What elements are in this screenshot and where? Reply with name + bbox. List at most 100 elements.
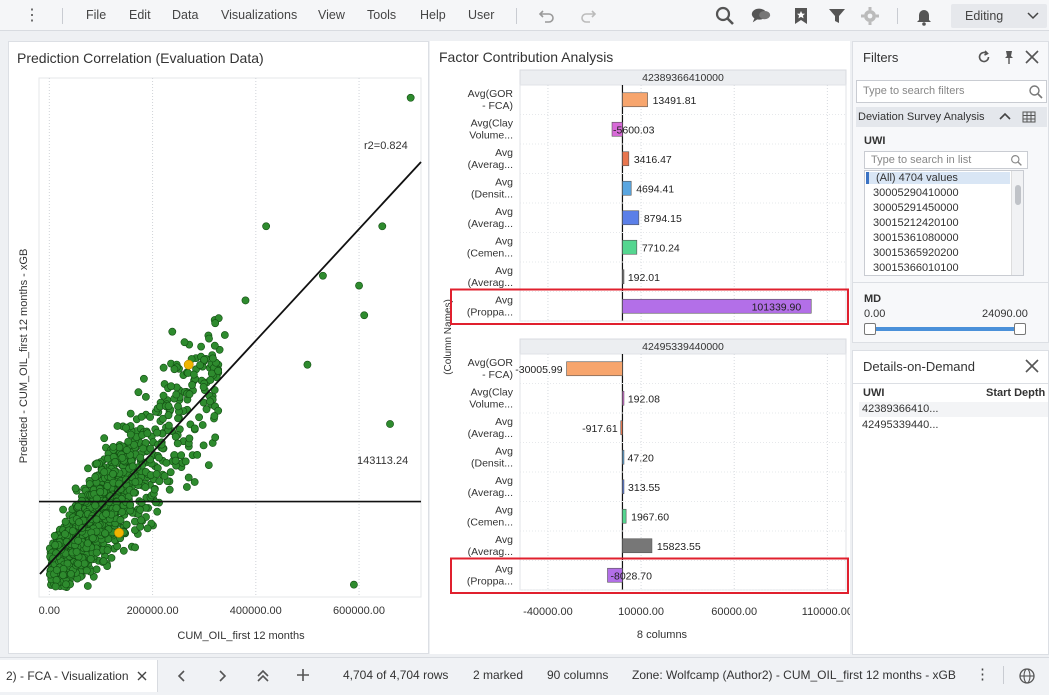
scatter-point[interactable] xyxy=(92,548,101,557)
scatter-point[interactable] xyxy=(118,453,127,462)
scatter-point[interactable] xyxy=(199,383,208,391)
scatter-point[interactable] xyxy=(386,420,394,428)
scatter-point[interactable] xyxy=(173,439,182,448)
close-icon[interactable] xyxy=(137,671,147,681)
scatter-point[interactable] xyxy=(170,365,179,374)
list-item[interactable]: 30015365920200 xyxy=(873,247,959,259)
scatter-point[interactable] xyxy=(122,520,131,529)
scatter-point[interactable] xyxy=(136,522,145,531)
scatter-point[interactable] xyxy=(164,421,173,430)
scatter-point[interactable] xyxy=(116,516,125,524)
scrollbar-thumb[interactable] xyxy=(1015,185,1021,205)
list-item[interactable]: 30015361080000 xyxy=(873,232,959,244)
scatter-point[interactable] xyxy=(136,505,145,514)
scatter-point[interactable] xyxy=(103,546,112,555)
scatter-point[interactable] xyxy=(137,498,146,507)
scatter-point[interactable] xyxy=(406,93,415,102)
scatter-point[interactable] xyxy=(137,412,146,421)
menu-view[interactable]: View xyxy=(318,8,345,22)
scatter-point[interactable] xyxy=(182,483,191,491)
scatter-point[interactable] xyxy=(72,547,81,556)
redo-icon[interactable] xyxy=(577,5,599,27)
bar[interactable] xyxy=(622,508,627,524)
scatter-point[interactable] xyxy=(111,457,120,466)
scatter-point[interactable] xyxy=(180,338,189,347)
scatter-point[interactable] xyxy=(241,296,250,305)
scatter-point[interactable] xyxy=(82,566,91,575)
filter-icon[interactable] xyxy=(826,5,848,27)
menu-help[interactable]: Help xyxy=(420,8,446,22)
scatter-point[interactable] xyxy=(205,334,213,343)
scatter-point[interactable] xyxy=(109,442,118,451)
scatter-point[interactable] xyxy=(146,413,154,421)
scatter-point[interactable] xyxy=(202,405,211,414)
scatter-point[interactable] xyxy=(195,413,203,422)
add-page-icon[interactable] xyxy=(296,668,310,682)
scatter-point[interactable] xyxy=(91,501,100,510)
scatter-point[interactable] xyxy=(129,488,138,497)
scatter-point[interactable] xyxy=(99,557,108,566)
scatter-point[interactable] xyxy=(164,402,173,410)
scatter-point[interactable] xyxy=(141,392,150,401)
table-row[interactable]: 42389366410... xyxy=(859,402,1048,417)
scatter-point[interactable] xyxy=(174,402,182,411)
column-header-uwi[interactable]: UWI xyxy=(863,387,884,399)
scatter-point[interactable] xyxy=(349,580,358,589)
scatter-point[interactable] xyxy=(220,331,229,339)
scatter-point[interactable] xyxy=(198,421,207,429)
scatter-point[interactable] xyxy=(122,423,130,432)
scatter-point[interactable] xyxy=(206,376,215,384)
scatter-point[interactable] xyxy=(154,453,163,462)
menu-user[interactable]: User xyxy=(468,8,494,22)
scatter-point[interactable] xyxy=(86,555,95,563)
scatter-point[interactable] xyxy=(139,444,147,453)
scatter-point[interactable] xyxy=(100,434,109,443)
scatter-point[interactable] xyxy=(112,504,121,512)
marked-point[interactable] xyxy=(114,527,124,538)
scatter-point[interactable] xyxy=(355,281,363,290)
scatter-point[interactable] xyxy=(52,576,61,584)
scatter-point[interactable] xyxy=(89,534,97,543)
bar[interactable] xyxy=(622,151,630,167)
scatter-point[interactable] xyxy=(162,458,171,467)
mode-dropdown[interactable]: Editing xyxy=(951,4,1047,28)
bar[interactable] xyxy=(622,210,640,226)
scatter-point[interactable] xyxy=(167,382,175,391)
page-tab[interactable]: 2) - FCA - Visualization xyxy=(0,660,158,692)
scatter-point[interactable] xyxy=(134,388,143,397)
reset-icon[interactable] xyxy=(976,49,992,65)
uwi-value-list[interactable]: (All) 4704 values 30005290410000 3000529… xyxy=(864,170,1024,276)
scatter-point[interactable] xyxy=(188,380,196,389)
md-max-handle[interactable] xyxy=(1014,323,1026,335)
scatter-point[interactable] xyxy=(126,501,135,509)
bar[interactable] xyxy=(622,449,625,465)
scatter-point[interactable] xyxy=(210,341,219,350)
scatter-point[interactable] xyxy=(50,531,59,540)
scatter-point[interactable] xyxy=(113,422,122,430)
scatter-point[interactable] xyxy=(74,536,82,545)
scatter-point[interactable] xyxy=(131,478,140,486)
scatter-point[interactable] xyxy=(96,487,105,496)
fca-bar-chart[interactable]: (Column Names) 42389366410000Avg(GOR- FC… xyxy=(430,41,850,654)
table-icon[interactable] xyxy=(1022,110,1036,124)
scatter-point[interactable] xyxy=(171,432,180,441)
scatter-point[interactable] xyxy=(52,566,61,574)
bar[interactable] xyxy=(620,420,623,436)
menu-file[interactable]: File xyxy=(86,8,106,22)
scatter-point[interactable] xyxy=(211,319,220,328)
double-chevron-up-icon[interactable] xyxy=(256,668,270,684)
scatter-point[interactable] xyxy=(100,468,109,476)
scatter-point[interactable] xyxy=(185,390,194,399)
scatter-point[interactable] xyxy=(139,374,148,383)
scatter-point[interactable] xyxy=(185,434,194,443)
scatter-point[interactable] xyxy=(210,412,219,420)
scatter-point[interactable] xyxy=(200,355,209,364)
filter-section-header[interactable]: Deviation Survey Analysis xyxy=(856,107,1047,127)
scatter-point[interactable] xyxy=(61,530,69,538)
scatter-point[interactable] xyxy=(51,541,59,549)
column-header-start-depth[interactable]: Start Depth xyxy=(986,387,1045,399)
scatter-point[interactable] xyxy=(181,457,190,466)
scatter-point[interactable] xyxy=(122,446,131,454)
scatter-point[interactable] xyxy=(107,554,116,562)
bar[interactable] xyxy=(622,180,632,196)
